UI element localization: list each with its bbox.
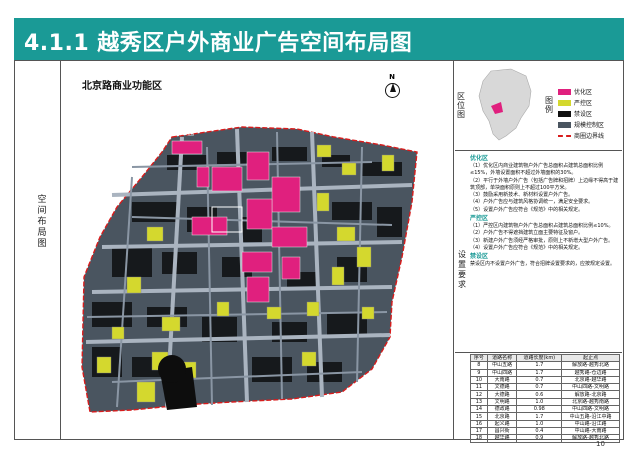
requirement-heading: 严控区: [470, 215, 489, 223]
table-cell: 文明路: [486, 397, 518, 407]
table-cell: 14: [470, 405, 488, 414]
table-cell: 16: [470, 419, 488, 428]
table-cell: 0.4: [516, 426, 563, 436]
location-map-label: 区位图: [457, 92, 465, 119]
table-cell: 北京路-越华路: [561, 375, 620, 385]
page-number: 10: [596, 440, 605, 448]
table-row: 15 北京路 1.7 中山五路-沿江中路: [470, 412, 620, 421]
map-title: 北京路商业功能区: [82, 81, 162, 92]
table-cell: 9: [470, 368, 488, 377]
street-label: 大新公园: [170, 129, 194, 137]
table-cell: 10: [470, 375, 488, 385]
table-cell: 1.7: [516, 412, 563, 421]
table-cell: 中山四路-文明路: [561, 405, 620, 414]
table-cell: 解放路-越秀北路: [561, 434, 620, 443]
table-cell: 11: [470, 383, 488, 392]
requirement-line: （2）户外广告不得遮挡建筑立面主要特征及窗户。: [470, 230, 584, 237]
district-map: 大新公园高第街: [81, 126, 418, 414]
requirement-line: （4）户外广告应与建筑风格协调统一，满足安全要求。: [470, 199, 594, 206]
legend-item: 严控区: [558, 97, 622, 108]
page-title: 4.1.1 越秀区户外商业广告空间布局图: [24, 31, 413, 56]
table-cell: 8: [470, 361, 488, 370]
legend-item: 商圈边界线: [558, 130, 622, 141]
table-header-row: 序号 道路名称 道路长度(km) 起止点: [470, 353, 620, 363]
table-cell: 0.6: [516, 390, 563, 399]
table-cell: 中山路-大南路: [561, 426, 620, 436]
table-row: 13 文明路 1.0 北京路-越秀南路: [470, 397, 620, 407]
legend-item: 禁设区: [558, 108, 622, 119]
table-row: 12 大德路 0.6 解放路-北京路: [470, 390, 620, 399]
map-panel: 北京路商业功能区 N 大新公园 高第街: [72, 67, 444, 422]
table-cell: 越秀路-仓边路: [561, 368, 620, 377]
title-banner: 4.1.1 越秀区户外商业广告空间布局图: [14, 18, 624, 60]
table-cell: 0.7: [516, 383, 563, 392]
table-row: 11 文德路 0.7 中山四路-文明路: [470, 383, 620, 392]
table-cell: 1.0: [516, 397, 563, 407]
table-cell: 解放路-越秀北路: [561, 361, 620, 370]
panel-divider: [455, 352, 622, 353]
table-row: 16 起义路 1.0 中山路-沿江路: [470, 419, 620, 428]
table-cell: 中山五路-沿江中路: [561, 412, 620, 421]
north-arrow-icon: N: [384, 73, 400, 103]
requirement-line: 禁设区内不设置户外广告，符合招牌设置要求的，应按规定设置。: [470, 261, 616, 268]
table-cell: 北京路-越秀南路: [561, 397, 620, 407]
table-cell: 昌兴街: [486, 426, 518, 436]
table-row: 10 大南路 0.7 北京路-越华路: [470, 375, 620, 385]
requirement-line: （3）新建户外广告须经严格审批，原则上不新增大型户外广告。: [470, 237, 614, 244]
table-cell: 17: [470, 426, 488, 436]
requirement-heading: 优化区: [470, 155, 489, 162]
street-label: 高第街: [222, 406, 240, 414]
divider-right: [453, 60, 454, 440]
road-table: 序号 道路名称 道路长度(km) 起止点 8 中山五路 1.7 解放路-越秀北路 9 中山…: [470, 353, 620, 443]
table-cell: 德政路: [486, 405, 518, 414]
location-map: [478, 68, 532, 141]
table-row: 17 昌兴街 0.4 中山路-大南路: [470, 426, 620, 436]
table-cell: 1.0: [516, 419, 563, 428]
requirement-line: （4）设置户外广告应符合《规范》中的相关规定。: [470, 244, 584, 251]
table-cell: 0.9: [516, 434, 563, 443]
table-row: 9 中山四路 1.7 越秀路-仓边路: [470, 368, 620, 377]
table-cell: 1.7: [516, 361, 563, 370]
legend-item: 优化区: [558, 86, 622, 97]
table-cell: 大德路: [486, 390, 518, 399]
table-cell: 大南路: [486, 375, 518, 385]
table-cell: 中山四路: [486, 368, 518, 377]
table-cell: 18: [470, 434, 488, 443]
table-cell: 0.7: [516, 375, 563, 385]
table-cell: 文德路: [486, 383, 518, 392]
legend: 优化区 严控区 禁设区 规模控制区 商圈边界线: [558, 86, 622, 141]
requirement-line: （2）平行于外墙户外广告（包括广告牌和招牌）上边缘不得高于建筑顶部，单块面积原则…: [470, 177, 619, 191]
requirement-line: （1）优化区内商业建筑物户外广告总面积占建筑总面积比例≤15%，外墙设置面积不超…: [470, 163, 604, 177]
side-section-label: 空间布局图: [37, 195, 47, 249]
table-cell: 中山路-沿江路: [561, 419, 620, 428]
table-cell: 15: [470, 412, 488, 421]
table-cell: 中山四路-文明路: [561, 383, 620, 392]
north-label: N: [389, 73, 395, 81]
table-cell: 中山五路: [486, 361, 518, 370]
table-cell: 1.7: [516, 368, 563, 377]
table-cell: 起义路: [486, 419, 518, 428]
table-row: 8 中山五路 1.7 解放路-越秀北路: [470, 361, 620, 370]
requirements-label: 设置要求: [458, 250, 466, 289]
table-cell: 越华路: [486, 434, 518, 443]
table-cell: 解放路-北京路: [561, 390, 620, 399]
panel-divider: [455, 150, 622, 151]
table-cell: 0.98: [516, 405, 563, 414]
table-cell: 13: [470, 397, 488, 407]
legend-label: 图例: [545, 96, 553, 114]
divider-left: [60, 60, 61, 440]
requirements-text: 优化区 （1）优化区内商业建筑物户外广告总面积占建筑总面积比例≤15%，外墙设置…: [470, 154, 620, 269]
table-cell: 12: [470, 390, 488, 399]
legend-item: 规模控制区: [558, 119, 622, 130]
table-row: 14 德政路 0.98 中山四路-文明路: [470, 405, 620, 414]
requirement-line: （5）设置户外广告应符合《规范》中的相关规定。: [470, 206, 584, 213]
table-cell: 北京路: [486, 412, 518, 421]
